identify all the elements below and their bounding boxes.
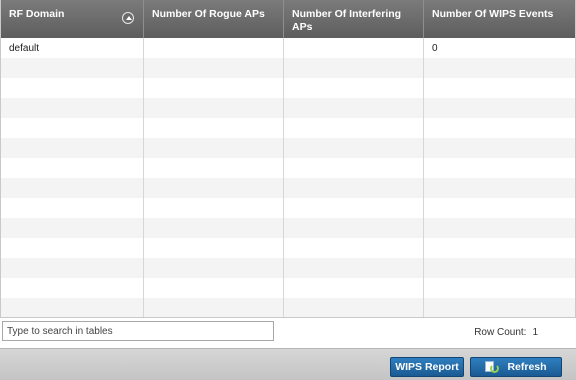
table-cell [1,238,144,258]
table-cell-rogue-aps [144,38,284,58]
sort-ascending-icon[interactable] [122,12,134,24]
table-cell [1,218,144,238]
table-cell [144,198,284,218]
table-body: default 0 [1,38,575,317]
table-row-empty [1,178,575,198]
table-cell [424,138,575,158]
table-cell [144,158,284,178]
table-cell [284,278,424,298]
table-cell [144,178,284,198]
table-row-empty [1,198,575,218]
table-cell [284,98,424,118]
table-cell [424,258,575,278]
table-cell [144,78,284,98]
table-cell [424,278,575,298]
table-cell [1,118,144,138]
table-cell [1,278,144,298]
table-row[interactable]: default 0 [1,38,575,58]
table-cell [424,238,575,258]
wips-report-button[interactable]: WIPS Report [390,357,464,377]
table-cell [1,138,144,158]
table-cell [144,298,284,317]
table-row-empty [1,118,575,138]
table-row-empty [1,298,575,317]
table-cell [144,278,284,298]
table-cell [424,58,575,78]
table-cell [424,298,575,317]
table-row-empty [1,258,575,278]
column-header-label: RF Domain [9,8,65,20]
table-cell [284,178,424,198]
table-cell [424,118,575,138]
row-count-value: 1 [532,327,538,338]
table-cell-rf-domain: default [1,38,144,58]
table-cell [424,78,575,98]
table-cell-wips-events: 0 [432,43,438,54]
table-cell [144,118,284,138]
table-cell [424,98,575,118]
table-row-empty [1,58,575,78]
wips-summary-table: RF Domain Number Of Rogue APs Number Of … [0,0,576,318]
table-cell [424,198,575,218]
table-row-empty [1,158,575,178]
table-cell [1,178,144,198]
row-count: Row Count: 1 [474,327,538,338]
table-cell [144,238,284,258]
column-header-label: Number Of Interfering APs [292,8,402,33]
table-cell [284,298,424,317]
action-bar: WIPS Report Refresh [0,348,576,380]
table-cell-interfering-aps [284,38,424,58]
table-cell [284,78,424,98]
table-cell [144,58,284,78]
table-row-empty [1,218,575,238]
column-header-wips-events[interactable]: Number Of WIPS Events [424,0,575,38]
table-cell [144,98,284,118]
table-cell [424,158,575,178]
wips-report-label: WIPS Report [395,361,459,373]
table-cell [284,158,424,178]
table-cell [144,218,284,238]
table-cell [1,198,144,218]
column-header-rf-domain[interactable]: RF Domain [1,0,144,38]
table-header: RF Domain Number Of Rogue APs Number Of … [1,0,575,38]
table-cell [1,78,144,98]
table-cell [424,178,575,198]
table-cell [144,258,284,278]
table-cell [284,58,424,78]
table-row-empty [1,78,575,98]
table-cell [284,138,424,158]
table-cell [1,298,144,317]
row-count-label: Row Count: [474,327,527,338]
table-row-empty [1,138,575,158]
column-header-label: Number Of Rogue APs [152,8,265,20]
table-cell [1,158,144,178]
table-footer: Row Count: 1 [0,318,576,348]
table-cell [1,58,144,78]
table-cell [284,258,424,278]
table-cell [284,238,424,258]
table-row-empty [1,238,575,258]
column-header-interfering-aps[interactable]: Number Of Interfering APs [284,0,424,38]
column-header-rogue-aps[interactable]: Number Of Rogue APs [144,0,284,38]
table-cell [284,118,424,138]
table-row-empty [1,278,575,298]
table-search-input[interactable] [2,321,274,341]
column-header-label: Number Of WIPS Events [432,8,554,20]
table-cell [1,98,144,118]
table-cell [284,198,424,218]
refresh-button[interactable]: Refresh [470,357,562,377]
table-cell [144,138,284,158]
table-cell [424,218,575,238]
refresh-icon [485,361,500,373]
table-cell [284,218,424,238]
refresh-label: Refresh [507,361,547,373]
table-row-empty [1,98,575,118]
table-cell [1,258,144,278]
